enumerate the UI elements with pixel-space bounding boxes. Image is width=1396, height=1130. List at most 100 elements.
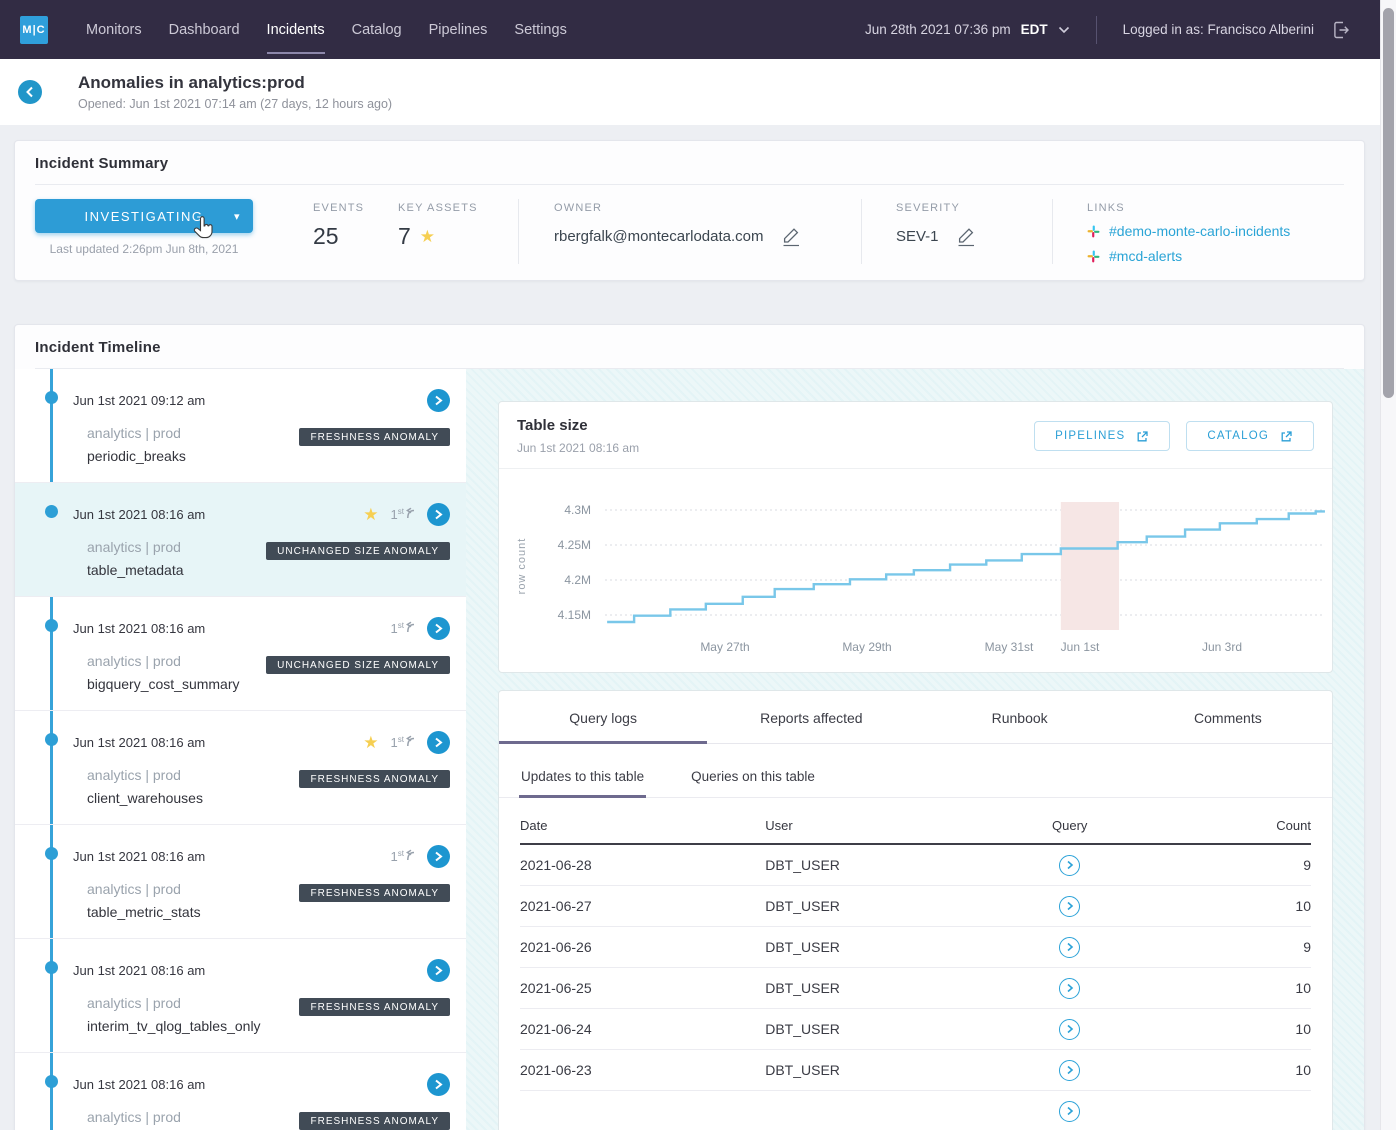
- nav-item-catalog[interactable]: Catalog: [352, 18, 402, 42]
- status-last-updated: Last updated 2:26pm Jun 8th, 2021: [35, 242, 253, 256]
- tab-runbook[interactable]: Runbook: [916, 691, 1124, 743]
- catalog-button-label: CATALOG: [1207, 430, 1269, 442]
- subtab-queries-on-this-table[interactable]: Queries on this table: [689, 754, 817, 797]
- tab-query-logs[interactable]: Query logs: [499, 691, 707, 743]
- open-query-icon[interactable]: [1059, 978, 1080, 999]
- cell-date: 2021-06-27: [520, 898, 765, 914]
- caret-down-icon: ▾: [234, 210, 241, 223]
- tab-bar: Query logs Reports affected Runbook Comm…: [499, 691, 1332, 744]
- open-event-button[interactable]: [427, 617, 450, 640]
- key-assets-value: 7: [398, 223, 411, 250]
- timeline-item-interim-tv-qlog-tables-only[interactable]: Jun 1st 2021 08:16 am analytics | prod i…: [15, 939, 466, 1053]
- slack-link-demo-monte-carlo-incidents[interactable]: #demo-monte-carlo-incidents: [1087, 223, 1344, 239]
- timezone-dropdown[interactable]: Jun 28th 2021 07:36 pm EDT: [865, 22, 1070, 37]
- open-event-button[interactable]: [427, 959, 450, 982]
- anomaly-badge: FRESHNESS ANOMALY: [299, 1112, 450, 1130]
- anomaly-badge: FRESHNESS ANOMALY: [299, 884, 450, 902]
- anomaly-badge: FRESHNESS ANOMALY: [299, 770, 450, 788]
- cell-date: 2021-06-23: [520, 1062, 765, 1078]
- status-dropdown-button[interactable]: INVESTIGATING ▾: [35, 199, 253, 233]
- svg-text:4.2M: 4.2M: [564, 573, 591, 587]
- nav-item-monitors[interactable]: Monitors: [86, 18, 142, 42]
- cell-count: 10: [1137, 898, 1311, 914]
- cell-user: DBT_USER: [765, 1062, 1002, 1078]
- open-query-icon[interactable]: [1059, 1060, 1080, 1081]
- svg-text:4.3M: 4.3M: [564, 503, 591, 517]
- open-event-button[interactable]: [427, 389, 450, 412]
- open-query-icon[interactable]: [1059, 937, 1080, 958]
- timeline-item-interim-tv-templates-duplicated[interactable]: Jun 1st 2021 08:16 am analytics | prod i…: [15, 1053, 466, 1130]
- open-query-icon[interactable]: [1059, 855, 1080, 876]
- pipelines-button[interactable]: PIPELINES: [1034, 421, 1170, 451]
- cell-count: 9: [1137, 939, 1311, 955]
- table-row: 2021-06-25 DBT_USER 10: [520, 968, 1311, 1009]
- monte-carlo-logo[interactable]: M|C: [20, 16, 48, 44]
- severity-label: SEVERITY: [896, 202, 1052, 214]
- cell-date: 2021-06-28: [520, 857, 765, 873]
- anomaly-badge: UNCHANGED SIZE ANOMALY: [266, 542, 450, 560]
- timeline-item-table: interim_tv_qlog_tables_only: [87, 1018, 261, 1034]
- open-query-icon[interactable]: [1059, 1019, 1080, 1040]
- svg-text:4.15M: 4.15M: [558, 608, 591, 622]
- cell-user: DBT_USER: [765, 939, 1002, 955]
- nav-divider: [1096, 16, 1097, 44]
- open-event-button[interactable]: [427, 845, 450, 868]
- page-subtitle: Opened: Jun 1st 2021 07:14 am (27 days, …: [78, 97, 392, 111]
- pipelines-button-label: PIPELINES: [1055, 430, 1125, 442]
- edit-severity-pencil-icon[interactable]: [955, 226, 977, 247]
- event-detail-panel: Table size Jun 1st 2021 08:16 am PIPELIN…: [466, 369, 1365, 1130]
- col-date: Date: [520, 818, 765, 833]
- timeline-dot-icon: [45, 1075, 58, 1088]
- tab-comments[interactable]: Comments: [1124, 691, 1332, 743]
- timeline-item-bigquery-cost-summary[interactable]: Jun 1st 2021 08:16 am 1st analytics | pr…: [15, 597, 466, 711]
- timeline-dot-icon: [45, 505, 58, 518]
- status-label: INVESTIGATING: [85, 209, 204, 224]
- nav-item-dashboard[interactable]: Dashboard: [169, 18, 240, 42]
- cell-count: 10: [1137, 1062, 1311, 1078]
- slack-link-mcd-alerts[interactable]: #mcd-alerts: [1087, 248, 1344, 264]
- logout-icon[interactable]: [1330, 19, 1352, 41]
- owner-value: rbergfalk@montecarlodata.com: [554, 228, 764, 245]
- open-event-button[interactable]: [427, 503, 450, 526]
- timeline-item-table-metadata[interactable]: Jun 1st 2021 08:16 am ★ 1st analytics | …: [15, 483, 466, 597]
- catalog-button[interactable]: CATALOG: [1186, 421, 1314, 451]
- timeline-list: Jun 1st 2021 09:12 am analytics | prod p…: [15, 369, 466, 1130]
- subtab-updates-to-this-table[interactable]: Updates to this table: [519, 754, 646, 797]
- nav-item-incidents[interactable]: Incidents: [267, 18, 325, 42]
- scrollbar-thumb[interactable]: [1383, 8, 1394, 398]
- timeline-item-dataset: analytics | prod: [87, 653, 240, 669]
- subtab-bar: Updates to this table Queries on this ta…: [499, 744, 1332, 798]
- tab-reports-affected[interactable]: Reports affected: [707, 691, 915, 743]
- event-tabs-card: Query logs Reports affected Runbook Comm…: [498, 690, 1333, 1130]
- star-icon[interactable]: ★: [363, 733, 378, 753]
- links-label: LINKS: [1087, 202, 1344, 214]
- incident-summary-card: Incident Summary INVESTIGATING ▾ Last up…: [14, 140, 1365, 281]
- nav-item-pipelines[interactable]: Pipelines: [429, 18, 488, 42]
- open-event-button[interactable]: [427, 731, 450, 754]
- timeline-item-table: bigquery_cost_summary: [87, 676, 240, 692]
- edit-owner-pencil-icon[interactable]: [780, 226, 802, 247]
- external-link-icon: [1280, 430, 1293, 443]
- open-event-button[interactable]: [427, 1073, 450, 1096]
- slack-icon: [1087, 250, 1100, 263]
- first-seen-icon: 1st: [391, 621, 415, 636]
- nav-datetime: Jun 28th 2021 07:36 pm: [865, 22, 1011, 37]
- timeline-item-periodic-breaks[interactable]: Jun 1st 2021 09:12 am analytics | prod p…: [15, 369, 466, 483]
- cell-user: DBT_USER: [765, 857, 1002, 873]
- open-query-icon[interactable]: [1059, 896, 1080, 917]
- slack-icon: [1087, 225, 1100, 238]
- top-nav: M|C Monitors Dashboard Incidents Catalog…: [0, 0, 1396, 59]
- star-icon[interactable]: ★: [363, 505, 378, 525]
- timeline-item-dataset: analytics | prod: [87, 1109, 288, 1125]
- nav-right: Jun 28th 2021 07:36 pm EDT Logged in as:…: [865, 16, 1376, 44]
- table-row: 2021-06-27 DBT_USER 10: [520, 886, 1311, 927]
- timeline-item-client-warehouses[interactable]: Jun 1st 2021 08:16 am ★ 1st analytics | …: [15, 711, 466, 825]
- timeline-item-dataset: analytics | prod: [87, 425, 186, 441]
- nav-item-settings[interactable]: Settings: [514, 18, 566, 42]
- query-table-header: Date User Query Count: [520, 805, 1311, 845]
- back-button[interactable]: [18, 80, 42, 104]
- logged-in-as: Logged in as: Francisco Alberini: [1123, 22, 1314, 37]
- timeline-item-table-metric-stats[interactable]: Jun 1st 2021 08:16 am 1st analytics | pr…: [15, 825, 466, 939]
- table-size-subtitle: Jun 1st 2021 08:16 am: [517, 441, 639, 455]
- open-query-icon[interactable]: [1059, 1101, 1080, 1122]
